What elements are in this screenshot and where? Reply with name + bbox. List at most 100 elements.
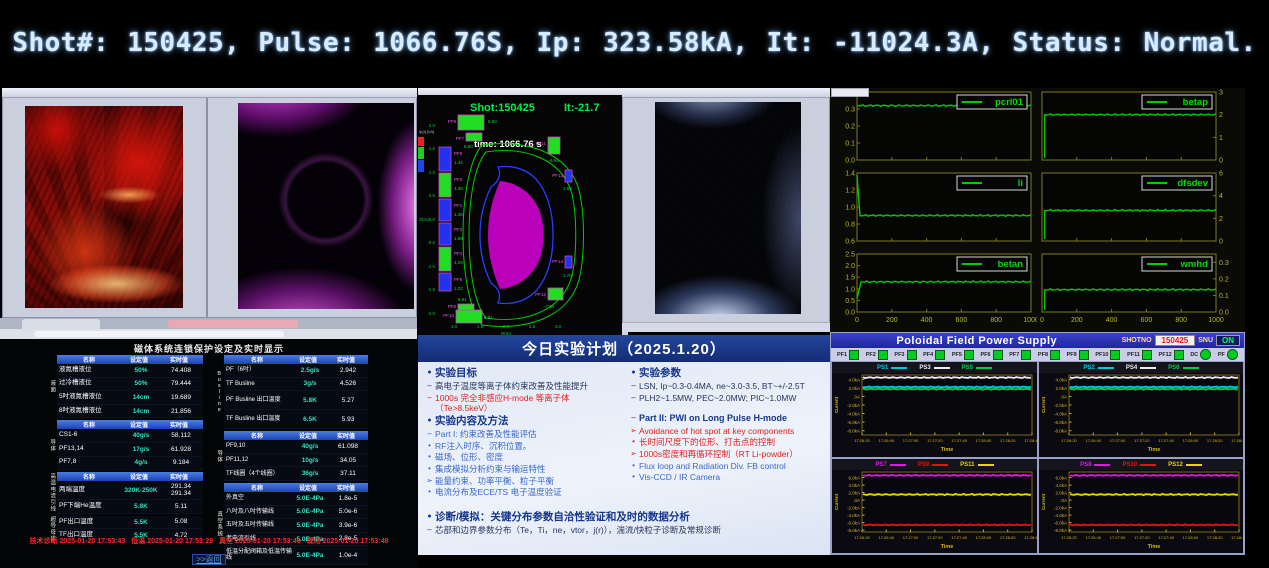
cell-realtime: 79.444 bbox=[159, 380, 203, 387]
x-axis-tick: 17:28:00 bbox=[976, 535, 992, 540]
y-axis-tick: -6.0kA bbox=[1054, 521, 1067, 526]
legend-line-sample bbox=[1186, 464, 1202, 466]
section-group-label: 高温电流引线 bbox=[46, 472, 57, 514]
y-axis-label: Current bbox=[1041, 396, 1046, 413]
experiment-plan-slide: 今日实验计划（2025.1.20） ●实验目标–高电子温度等离子体约束改善及性能… bbox=[418, 335, 830, 555]
control-room-screen: Shot#:150425, Pulse:1066.76S, Ip:323.58k… bbox=[0, 0, 1269, 568]
table-row: 液氮槽液位50%74.408 bbox=[57, 364, 203, 378]
pf-indicator-light bbox=[849, 350, 859, 360]
legend-label: PS6 bbox=[1168, 365, 1179, 371]
y-axis-label: Current bbox=[1041, 493, 1046, 510]
pf-coil-pf10 bbox=[456, 310, 482, 323]
indicator-light bbox=[1227, 349, 1238, 360]
x-axis-tick: 17:28:40 bbox=[1231, 438, 1244, 443]
legend-label-li: li bbox=[1018, 178, 1023, 189]
bullet-glyph: • bbox=[424, 452, 435, 463]
pf-quad-top-right: PS2PS4PS64.0kA2.0kA.0A-2.0kA-4.0kA-6.0kA… bbox=[1038, 361, 1244, 458]
column-header: 名称 bbox=[57, 355, 121, 364]
bullet-glyph: ● bbox=[424, 511, 435, 524]
table-row: TF Busline3g/s4.526 bbox=[224, 378, 368, 392]
legend-item-ps6: PS6 bbox=[1168, 365, 1198, 371]
y-axis-tick: -4.0kA bbox=[847, 412, 860, 417]
slide-left-column: ●实验目标–高电子温度等离子体约束改善及性能提升–1000s 完全非感应H-mo… bbox=[424, 366, 622, 499]
plasma-shape bbox=[488, 181, 544, 289]
section-table: 名称设定值实时值PF（6吋）2.5g/s2.942TF Busline3g/s4… bbox=[224, 355, 368, 429]
table-row: 外真空5.0E-4Pa1.8e-5 bbox=[224, 492, 368, 506]
section-group-label: 导体 bbox=[213, 431, 224, 481]
window-titlebar[interactable] bbox=[207, 88, 417, 98]
y-axis-tick: 0.2 bbox=[845, 124, 855, 131]
cell-realtime: 74.408 bbox=[159, 367, 203, 374]
browser-tab-highlight[interactable] bbox=[168, 320, 298, 328]
legend-label-betan: betan bbox=[998, 259, 1024, 270]
column-header: 设定值 bbox=[121, 355, 157, 364]
colorbar-green bbox=[418, 147, 424, 159]
table-section: 高温电流引线名称设定值实时值两端温度320K-250K291.34 291.34… bbox=[46, 472, 203, 514]
diag-plot-svg-pcrl01: 0.40.30.20.10.0pcrl01 bbox=[830, 88, 1037, 169]
section-group-label: 导体 bbox=[46, 420, 57, 470]
legend-label-dfsdev: dfsdev bbox=[1177, 178, 1208, 189]
bullet-glyph: ● bbox=[424, 367, 435, 380]
bullet-glyph: – bbox=[424, 381, 435, 392]
pf-indicator-pf11: PF11 bbox=[1127, 350, 1152, 360]
z-axis-tick: -2.0 bbox=[427, 311, 435, 316]
cell-realtime: 2.942 bbox=[328, 367, 368, 374]
camera-window-magenta bbox=[207, 88, 417, 318]
x-axis-tick: 1000 bbox=[1023, 317, 1037, 324]
x-axis-tick: 17:26:40 bbox=[878, 535, 894, 540]
diag-plot-svg-li: 1.41.21.00.80.6li bbox=[830, 169, 1037, 250]
x-axis-label: Time bbox=[1148, 447, 1161, 453]
pf-indicator-label: PF11 bbox=[1127, 352, 1140, 358]
browser-tab-bar[interactable] bbox=[0, 318, 417, 329]
legend-label: PS5 bbox=[962, 365, 973, 371]
window-titlebar[interactable] bbox=[622, 88, 830, 98]
y-axis-tick: 0.0 bbox=[845, 310, 855, 317]
y-axis-tick: 2.0kA bbox=[848, 386, 860, 391]
pf-legend-row: PS7PS9PS11 bbox=[832, 459, 1037, 470]
cell-realtime: 4.526 bbox=[328, 380, 368, 387]
z-axis-tick: 1.5 bbox=[429, 146, 436, 151]
plot-window-tab[interactable] bbox=[831, 88, 869, 97]
slide-bullet bbox=[628, 404, 826, 412]
diag-plot-svg-betap: 3210betap bbox=[1037, 88, 1244, 169]
pf-indicator-pf1: PF1 bbox=[837, 350, 859, 360]
pf-quad-top-left: PS1PS3PS54.0kA2.0kA.0A-2.0kA-4.0kA-6.0kA… bbox=[831, 361, 1038, 458]
cell-realtime: 5.27 bbox=[328, 397, 368, 404]
x-axis-tick: 17:27:40 bbox=[1158, 438, 1174, 443]
pf-indicator-pf3: PF3 bbox=[894, 350, 916, 360]
legend-item-ps7: PS7 bbox=[875, 462, 905, 468]
legend-label: PS10 bbox=[1122, 462, 1137, 468]
z-axis-tick: 2.0 bbox=[429, 123, 436, 128]
pf-plot-bottom-right: 6.0kA4.0kA2.0kA.0A-2.0kA-4.0kA-6.0kA-8.0… bbox=[1039, 470, 1244, 554]
y-axis-tick: 4.0kA bbox=[848, 483, 860, 488]
y-axis-tick: -6.0kA bbox=[1054, 420, 1067, 425]
table-section: 导体名称设定值实时值PF9,1040g/s61.098PF11,1210g/s3… bbox=[213, 431, 368, 481]
column-header: 实时值 bbox=[157, 472, 201, 481]
pf-coil-label: PF6 bbox=[454, 277, 463, 282]
window-titlebar[interactable] bbox=[418, 88, 628, 95]
y-axis-tick: -2.0kA bbox=[847, 403, 860, 408]
back-link[interactable]: >>返回 bbox=[192, 554, 225, 565]
legend-line-sample bbox=[890, 464, 906, 466]
r-axis-tick: 1.5 bbox=[477, 324, 484, 329]
x-axis-tick: 0 bbox=[855, 317, 859, 324]
status-entry: 真空 2025-01-20 17:53:46 bbox=[219, 538, 301, 545]
pf-plot-top-right: 4.0kA2.0kA.0A-2.0kA-4.0kA-6.0kA-8.0kA17:… bbox=[1039, 373, 1244, 457]
shotno-label: SHOTNO bbox=[1122, 337, 1152, 344]
legend-line-sample bbox=[1094, 464, 1110, 466]
column-header: 名称 bbox=[224, 483, 290, 492]
cell-realtime: 61.928 bbox=[159, 446, 203, 453]
pf-coil-pf1 bbox=[439, 199, 451, 221]
table-row: PF Busline 出口温度5.8K5.27 bbox=[224, 391, 368, 410]
pf-indicator-pf12: PF12 bbox=[1159, 350, 1184, 360]
legend-item-ps10: PS10 bbox=[1122, 462, 1156, 468]
indicator-light bbox=[1200, 349, 1211, 360]
window-titlebar[interactable] bbox=[2, 88, 207, 98]
efit-colorbar-label: Ip(t) [kA] bbox=[419, 129, 434, 134]
table-section: 导体名称设定值实时值CS1-640g/s58.112PF13,1417g/s61… bbox=[46, 420, 203, 470]
legend-line-sample bbox=[1140, 367, 1156, 369]
address-field[interactable] bbox=[34, 331, 284, 337]
browser-tab[interactable] bbox=[22, 319, 100, 329]
pf-indicator-pf8: PF8 bbox=[1038, 350, 1060, 360]
pf-coil-value: 4.36 bbox=[454, 186, 463, 191]
